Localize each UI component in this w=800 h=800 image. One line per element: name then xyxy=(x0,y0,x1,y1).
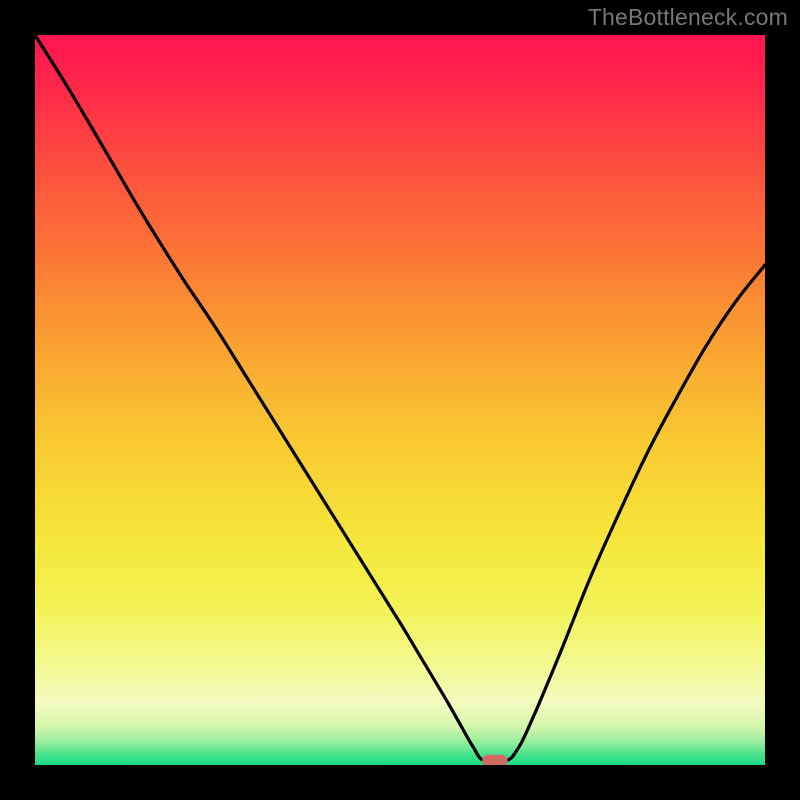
chart-frame: TheBottleneck.com xyxy=(0,0,800,800)
plot-area xyxy=(35,35,765,765)
optimal-marker xyxy=(35,35,765,765)
watermark-text: TheBottleneck.com xyxy=(588,4,788,31)
